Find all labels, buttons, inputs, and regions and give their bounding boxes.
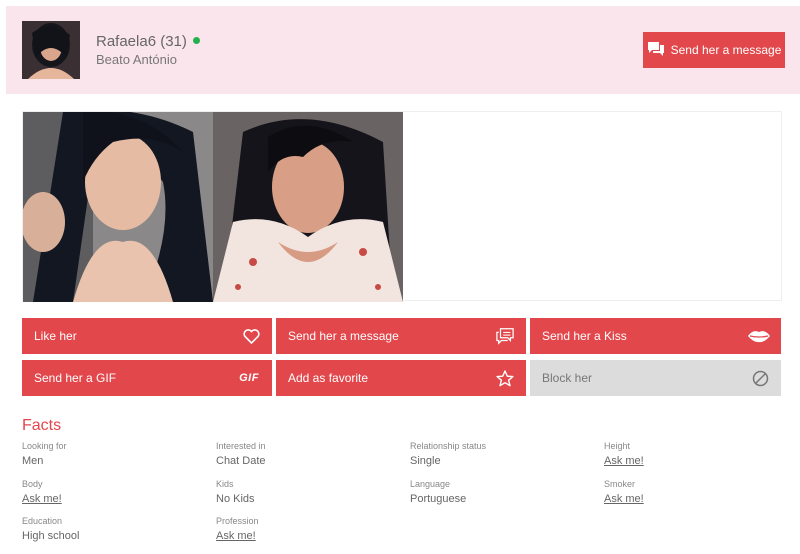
online-status-dot (192, 37, 200, 44)
block-button[interactable]: Block her (530, 360, 781, 396)
lips-icon (747, 327, 771, 345)
profile-photo[interactable] (213, 112, 403, 302)
fact-value: High school (22, 530, 80, 542)
message-icon (496, 327, 514, 345)
gif-icon: GIF (239, 372, 259, 384)
add-favorite-button[interactable]: Add as favorite (276, 360, 526, 396)
fact-relationship-status: Relationship status Single (410, 441, 590, 468)
send-message-label: Send her a message (288, 329, 399, 343)
fact-label: Smoker (604, 479, 636, 489)
like-label: Like her (34, 329, 77, 343)
header-send-message-label: Send her a message (670, 43, 782, 57)
fact-label: Relationship status (410, 441, 487, 451)
facts-title: Facts (22, 417, 62, 434)
fact-smoker: Smoker Ask me! (604, 479, 784, 506)
ask-me-link[interactable]: Ask me! (604, 455, 784, 468)
fact-language: Language Portuguese (410, 479, 590, 506)
like-button[interactable]: Like her (22, 318, 272, 354)
send-kiss-button[interactable]: Send her a Kiss (530, 318, 781, 354)
fact-label: Language (410, 479, 451, 489)
block-icon (751, 369, 769, 387)
profile-photo[interactable] (23, 112, 213, 302)
fact-value: Chat Date (216, 455, 266, 467)
add-favorite-label: Add as favorite (288, 371, 369, 385)
fact-label: Body (22, 479, 43, 489)
fact-label: Education (22, 516, 63, 526)
profile-name: Rafaela6 (31) (96, 33, 200, 50)
fact-label: Kids (216, 479, 234, 489)
fact-label: Looking for (22, 441, 67, 451)
fact-interested-in: Interested in Chat Date (216, 441, 396, 468)
profile-location: Beato António (96, 52, 177, 67)
avatar[interactable] (22, 21, 80, 79)
fact-kids: Kids No Kids (216, 479, 396, 506)
photo-gallery (22, 111, 782, 302)
fact-label: Interested in (216, 441, 266, 451)
ask-me-link[interactable]: Ask me! (216, 530, 396, 543)
ask-me-link[interactable]: Ask me! (22, 493, 202, 506)
star-icon (496, 369, 514, 387)
fact-label: Height (604, 441, 631, 451)
heart-icon (242, 327, 260, 345)
chat-bubbles-icon (647, 41, 665, 60)
fact-label: Profession (216, 516, 259, 526)
fact-value: No Kids (216, 493, 255, 505)
send-message-button[interactable]: Send her a message (276, 318, 526, 354)
header-send-message-button[interactable]: Send her a message (643, 32, 785, 68)
fact-looking-for: Looking for Men (22, 441, 202, 468)
ask-me-link[interactable]: Ask me! (604, 493, 784, 506)
fact-profession: Profession Ask me! (216, 516, 396, 543)
send-kiss-label: Send her a Kiss (542, 329, 627, 343)
profile-header: Rafaela6 (31) Beato António Send her a m… (6, 6, 800, 94)
send-gif-label: Send her a GIF (34, 371, 117, 385)
fact-value: Men (22, 455, 44, 467)
fact-value: Single (410, 455, 441, 467)
fact-body: Body Ask me! (22, 479, 202, 506)
block-label: Block her (542, 371, 593, 385)
fact-height: Height Ask me! (604, 441, 784, 468)
fact-value: Portuguese (410, 493, 467, 505)
fact-education: Education High school (22, 516, 202, 543)
profile-name-text: Rafaela6 (31) (96, 33, 187, 50)
send-gif-button[interactable]: Send her a GIF GIF (22, 360, 272, 396)
